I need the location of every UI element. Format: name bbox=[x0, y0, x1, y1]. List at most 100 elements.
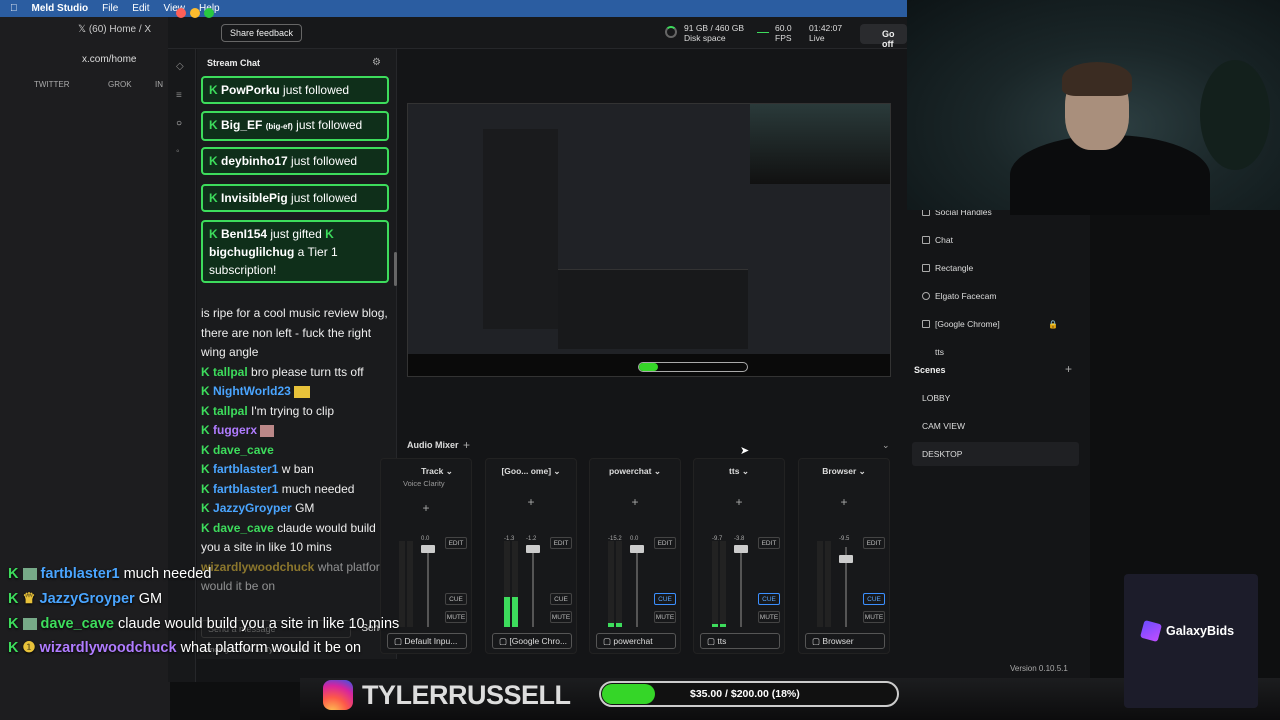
add-effect-button[interactable]: + bbox=[799, 495, 889, 509]
channel-source-select[interactable]: ▢ Browser bbox=[805, 633, 885, 649]
channel-source-select[interactable]: ▢ powerchat bbox=[596, 633, 676, 649]
browser-tab[interactable]: 𝕏 (60) Home / X bbox=[78, 24, 151, 35]
level-meter bbox=[608, 541, 614, 627]
level-meter bbox=[616, 541, 622, 627]
webcam-person-hair bbox=[1062, 62, 1132, 96]
browser-url[interactable]: x.com/home bbox=[82, 54, 136, 65]
add-audio-button[interactable]: + bbox=[463, 438, 470, 452]
list-item: K tallpal I'm trying to clip bbox=[201, 403, 335, 418]
add-effect-button[interactable]: + bbox=[590, 495, 680, 509]
list-item: K JazzyGroyper GM bbox=[201, 501, 315, 515]
fps-stat: 60.0 FPS bbox=[775, 23, 792, 43]
close-window-icon[interactable] bbox=[176, 8, 186, 18]
chevron-down-icon[interactable]: ⌄ bbox=[882, 440, 890, 451]
edit-button[interactable]: EDIT bbox=[863, 537, 885, 549]
audio-mixer-title: Audio Mixer bbox=[407, 440, 459, 450]
volume-fader-track[interactable] bbox=[532, 547, 534, 627]
go-off-button[interactable]: Go off bbox=[860, 24, 907, 49]
channel-name[interactable]: [Goo... ome] ⌄ bbox=[486, 466, 576, 477]
level-meter-fill bbox=[504, 596, 510, 627]
chevron-down-icon[interactable]: ⌄ bbox=[742, 466, 749, 476]
mute-button[interactable]: MUTE bbox=[445, 611, 467, 623]
volume-fader-knob[interactable] bbox=[839, 555, 853, 563]
list-item: K fartblaster1 w ban bbox=[201, 462, 314, 476]
source-tts[interactable]: tts bbox=[935, 347, 944, 355]
chat-scrollbar[interactable] bbox=[394, 252, 397, 286]
disk-icon bbox=[665, 26, 677, 38]
source-chat[interactable]: Chat bbox=[935, 235, 953, 245]
channel-source-select[interactable]: ▢ tts bbox=[700, 633, 780, 649]
stream-preview[interactable] bbox=[407, 103, 891, 377]
scene-desktop[interactable]: DESKTOP bbox=[922, 449, 962, 459]
gift-event: K BenI154 just gifted K bigchuglilchug a… bbox=[201, 220, 389, 283]
edit-button[interactable]: EDIT bbox=[445, 537, 467, 549]
apple-icon[interactable]:  bbox=[10, 3, 18, 14]
share-feedback-button[interactable]: Share feedback bbox=[221, 24, 303, 42]
lock-icon[interactable]: 🔒 bbox=[1048, 320, 1058, 329]
broadcast-icon[interactable]: ◦ bbox=[176, 146, 188, 158]
bookmark-twitter[interactable]: TWITTER bbox=[34, 80, 70, 89]
window-icon bbox=[922, 320, 930, 328]
level-meter bbox=[512, 541, 518, 627]
db-right: 0.0 bbox=[630, 536, 639, 542]
edit-button[interactable]: EDIT bbox=[654, 537, 676, 549]
chevron-down-icon[interactable]: ⌄ bbox=[654, 466, 661, 476]
level-meter bbox=[825, 541, 831, 627]
settings-sliders-icon[interactable]: ≡ bbox=[176, 90, 188, 102]
volume-fader-track[interactable] bbox=[636, 547, 638, 627]
add-effect-button[interactable]: + bbox=[381, 501, 471, 515]
level-meter-fill bbox=[608, 622, 614, 627]
source-icon: ▢ bbox=[499, 636, 510, 646]
mute-button[interactable]: MUTE bbox=[758, 611, 780, 623]
source-google-chrome[interactable]: [Google Chrome] bbox=[935, 319, 1000, 329]
cue-button[interactable]: CUE bbox=[863, 593, 885, 605]
edit-button[interactable]: EDIT bbox=[758, 537, 780, 549]
source-rectangle[interactable]: Rectangle bbox=[935, 263, 973, 273]
channel-source-select[interactable]: ▢ [Google Chro... bbox=[492, 633, 572, 649]
channel-name[interactable]: powerchat ⌄ bbox=[590, 466, 680, 477]
chevron-down-icon[interactable]: ⌄ bbox=[446, 466, 453, 476]
chevron-down-icon[interactable]: ⌄ bbox=[553, 466, 560, 476]
donation-goal-text: $35.00 / $200.00 (18%) bbox=[690, 688, 800, 700]
chat-icon[interactable]: ○ bbox=[176, 118, 188, 130]
layers-icon[interactable]: ◇ bbox=[176, 61, 188, 73]
scene-lobby[interactable]: LOBBY bbox=[922, 393, 950, 403]
zoom-window-icon[interactable] bbox=[204, 8, 214, 18]
channel-filter[interactable]: Voice Clarity bbox=[403, 479, 445, 488]
scene-cam-view[interactable]: CAM VIEW bbox=[922, 421, 965, 431]
volume-fader-knob[interactable] bbox=[421, 545, 435, 553]
channel-name[interactable]: tts ⌄ bbox=[694, 466, 784, 477]
channel-name[interactable]: Browser ⌄ bbox=[799, 466, 889, 477]
mute-button[interactable]: MUTE bbox=[654, 611, 676, 623]
volume-fader-knob[interactable] bbox=[734, 545, 748, 553]
mute-button[interactable]: MUTE bbox=[863, 611, 885, 623]
edit-button[interactable]: EDIT bbox=[550, 537, 572, 549]
brand-name: TYLERRUSSELL bbox=[362, 680, 571, 710]
cue-button[interactable]: CUE bbox=[445, 593, 467, 605]
cue-button[interactable]: CUE bbox=[758, 593, 780, 605]
cue-button[interactable]: CUE bbox=[550, 593, 572, 605]
menu-edit[interactable]: Edit bbox=[132, 3, 149, 14]
level-meter-fill bbox=[616, 622, 622, 627]
cue-button[interactable]: CUE bbox=[654, 593, 676, 605]
overlay-chat: K fartblaster1 much needed K ♛ JazzyGroy… bbox=[8, 562, 428, 661]
menu-app-name[interactable]: Meld Studio bbox=[32, 3, 89, 14]
mute-button[interactable]: MUTE bbox=[550, 611, 572, 623]
menu-file[interactable]: File bbox=[102, 3, 118, 14]
chevron-down-icon[interactable]: ⌄ bbox=[859, 466, 866, 476]
add-scene-button[interactable]: + bbox=[1065, 362, 1072, 376]
bookmark-in[interactable]: IN bbox=[155, 80, 163, 89]
channel-name[interactable]: Track ⌄ bbox=[381, 466, 471, 477]
gear-icon[interactable]: ⚙ bbox=[372, 57, 381, 68]
minimize-window-icon[interactable] bbox=[190, 8, 200, 18]
source-elgato-facecam[interactable]: Elgato Facecam bbox=[935, 291, 996, 301]
add-effect-button[interactable]: + bbox=[486, 495, 576, 509]
add-effect-button[interactable]: + bbox=[694, 495, 784, 509]
volume-fader-knob[interactable] bbox=[526, 545, 540, 553]
instagram-icon bbox=[323, 680, 353, 710]
emote-icon bbox=[260, 424, 275, 437]
volume-fader-knob[interactable] bbox=[630, 545, 644, 553]
volume-fader-track[interactable] bbox=[740, 547, 742, 627]
overlay-chat-line: K ❶ wizardlywoodchuck what platform woul… bbox=[8, 640, 362, 657]
bookmark-grok[interactable]: GROK bbox=[108, 80, 132, 89]
